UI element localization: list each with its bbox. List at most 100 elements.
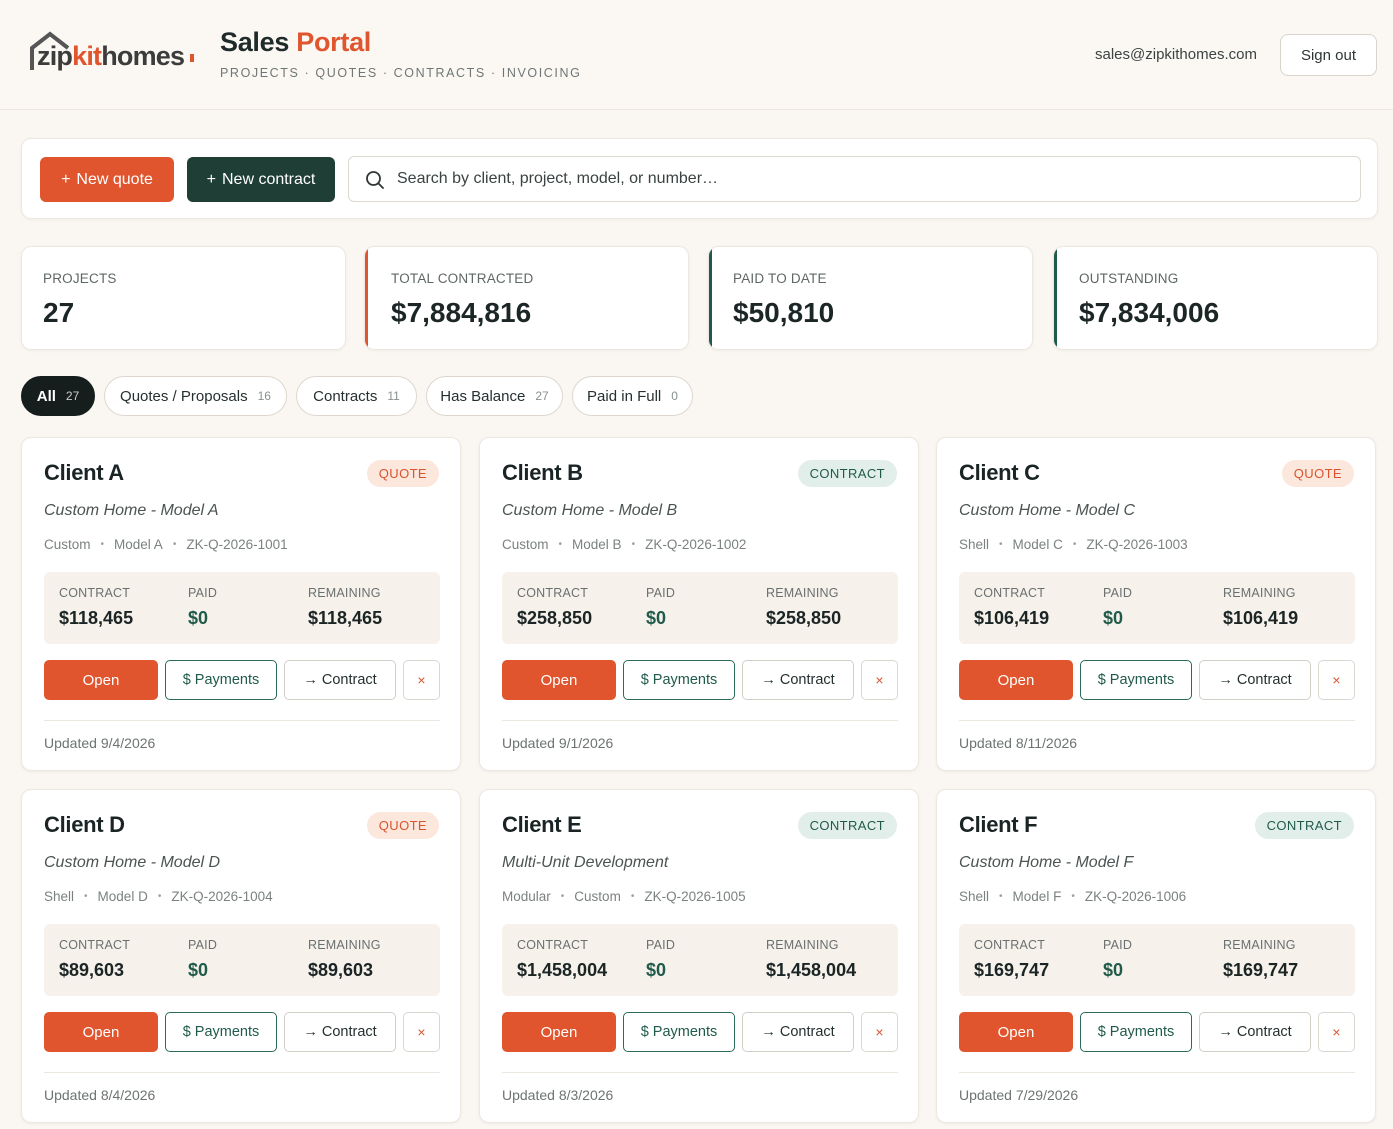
delete-button[interactable]: × bbox=[1318, 1012, 1355, 1052]
contract-amount-col: CONTRACT $169,747 bbox=[974, 938, 1049, 981]
plus-icon: + bbox=[61, 170, 71, 188]
open-button[interactable]: Open bbox=[959, 660, 1073, 700]
stat-projects: PROJECTS 27 bbox=[21, 246, 346, 350]
meta-separator: • bbox=[999, 891, 1003, 902]
payments-button[interactable]: $ Payments bbox=[165, 1012, 277, 1052]
project-name: Custom Home - Model F bbox=[959, 854, 1134, 871]
paid-value: $0 bbox=[188, 960, 209, 980]
delete-button[interactable]: × bbox=[861, 660, 898, 700]
updated-date: Updated 8/3/2026 bbox=[502, 1087, 614, 1103]
contract-amount-col: CONTRACT $1,458,004 bbox=[517, 938, 607, 981]
logo[interactable]: zipkithomes bbox=[30, 30, 200, 72]
title-accent: Portal bbox=[296, 27, 371, 57]
paid-label: PAID bbox=[1103, 938, 1133, 952]
delete-button[interactable]: × bbox=[403, 660, 440, 700]
delete-button[interactable]: × bbox=[1318, 660, 1355, 700]
new-contract-button[interactable]: + New contract bbox=[187, 157, 335, 202]
new-contract-label: New contract bbox=[221, 170, 316, 188]
convert-to-contract-button[interactable]: → Contract bbox=[284, 660, 396, 700]
stat-accent-bar bbox=[365, 247, 368, 349]
project-name: Custom Home - Model C bbox=[959, 502, 1136, 519]
contract-amount-col: CONTRACT $89,603 bbox=[59, 938, 130, 981]
open-button[interactable]: Open bbox=[502, 660, 616, 700]
project-meta: Shell • Model C • ZK-Q-2026-1003 bbox=[959, 537, 1188, 552]
logo-kit: kit bbox=[72, 41, 102, 71]
open-button[interactable]: Open bbox=[502, 1012, 616, 1052]
convert-to-contract-button[interactable]: → Contract bbox=[1199, 1012, 1311, 1052]
meta-separator: • bbox=[1072, 539, 1077, 550]
convert-to-contract-button[interactable]: → Contract bbox=[1199, 660, 1311, 700]
sign-out-button[interactable]: Sign out bbox=[1280, 34, 1377, 76]
meta-number: ZK-Q-2026-1006 bbox=[1084, 889, 1187, 904]
stat-label: PAID TO DATE bbox=[733, 271, 827, 286]
financial-summary: CONTRACT $89,603 PAID $0 REMAINING $89,6… bbox=[44, 924, 440, 996]
meta-type: Shell bbox=[44, 889, 75, 904]
remaining-label: REMAINING bbox=[766, 938, 839, 952]
client-name: Client E bbox=[502, 812, 582, 837]
status-badge: CONTRACT bbox=[1254, 812, 1354, 839]
card-actions: Open $ Payments → Contract × bbox=[502, 1012, 898, 1052]
delete-button[interactable]: × bbox=[861, 1012, 898, 1052]
filter-count: 0 bbox=[671, 389, 678, 403]
meta-model: Custom bbox=[574, 889, 621, 904]
card-actions: Open $ Payments → Contract × bbox=[959, 1012, 1355, 1052]
app-header: zipkithomes Sales Portal PROJECTS · QUOT… bbox=[0, 0, 1393, 110]
stat-value: $7,884,816 bbox=[391, 297, 532, 328]
new-quote-button[interactable]: + New quote bbox=[40, 157, 174, 202]
contract-value: $118,465 bbox=[59, 608, 134, 628]
filter-all[interactable]: All 27 bbox=[21, 376, 95, 416]
divider bbox=[959, 1072, 1355, 1073]
divider bbox=[502, 1072, 898, 1073]
financial-summary: CONTRACT $118,465 PAID $0 REMAINING $118… bbox=[44, 572, 440, 644]
project-meta: Custom • Model B • ZK-Q-2026-1002 bbox=[502, 537, 746, 552]
financial-summary: CONTRACT $106,419 PAID $0 REMAINING $106… bbox=[959, 572, 1355, 644]
delete-button[interactable]: × bbox=[403, 1012, 440, 1052]
filter-label: All bbox=[36, 387, 56, 405]
status-badge: QUOTE bbox=[1281, 460, 1354, 487]
meta-separator: • bbox=[631, 539, 636, 550]
stat-outstanding: OUTSTANDING $7,834,006 bbox=[1053, 246, 1378, 350]
divider bbox=[44, 720, 440, 721]
meta-separator: • bbox=[100, 539, 105, 550]
meta-type: Modular bbox=[502, 889, 551, 904]
paid-label: PAID bbox=[1103, 586, 1133, 600]
remaining-label: REMAINING bbox=[766, 586, 839, 600]
financial-summary: CONTRACT $169,747 PAID $0 REMAINING $169… bbox=[959, 924, 1355, 996]
contract-label: CONTRACT bbox=[974, 938, 1046, 952]
paid-amount-col: PAID $0 bbox=[188, 586, 217, 629]
meta-model: Model F bbox=[1012, 889, 1062, 904]
search-input[interactable] bbox=[397, 157, 1337, 201]
updated-date: Updated 9/4/2026 bbox=[44, 735, 156, 751]
payments-button[interactable]: $ Payments bbox=[623, 660, 735, 700]
meta-type: Custom bbox=[502, 537, 549, 552]
remaining-amount-col: REMAINING $258,850 bbox=[766, 586, 841, 629]
financial-summary: CONTRACT $1,458,004 PAID $0 REMAINING $1… bbox=[502, 924, 898, 996]
filter-quotes-proposals[interactable]: Quotes / Proposals 16 bbox=[104, 376, 287, 416]
payments-button[interactable]: $ Payments bbox=[1080, 660, 1192, 700]
project-card: Client C QUOTE Custom Home - Model C She… bbox=[936, 437, 1376, 771]
payments-button[interactable]: $ Payments bbox=[165, 660, 277, 700]
project-card: Client E CONTRACT Multi-Unit Development… bbox=[479, 789, 919, 1123]
meta-separator: • bbox=[1071, 891, 1075, 902]
open-button[interactable]: Open bbox=[44, 660, 158, 700]
card-actions: Open $ Payments → Contract × bbox=[44, 660, 440, 700]
convert-to-contract-button[interactable]: → Contract bbox=[742, 660, 854, 700]
filter-has-balance[interactable]: Has Balance 27 bbox=[426, 376, 563, 416]
filter-paid-in-full[interactable]: Paid in Full 0 bbox=[572, 376, 693, 416]
convert-to-contract-button[interactable]: → Contract bbox=[284, 1012, 396, 1052]
open-button[interactable]: Open bbox=[44, 1012, 158, 1052]
meta-model: Model A bbox=[114, 537, 163, 552]
status-badge: QUOTE bbox=[366, 812, 439, 839]
convert-to-contract-button[interactable]: → Contract bbox=[742, 1012, 854, 1052]
meta-type: Shell bbox=[959, 537, 990, 552]
open-button[interactable]: Open bbox=[959, 1012, 1073, 1052]
filter-contracts[interactable]: Contracts 11 bbox=[296, 376, 417, 416]
project-meta: Shell • Model D • ZK-Q-2026-1004 bbox=[44, 889, 273, 904]
project-meta: Shell • Model F • ZK-Q-2026-1006 bbox=[959, 889, 1186, 904]
project-name: Custom Home - Model A bbox=[44, 502, 219, 519]
payments-button[interactable]: $ Payments bbox=[623, 1012, 735, 1052]
project-meta: Custom • Model A • ZK-Q-2026-1001 bbox=[44, 537, 288, 552]
payments-button[interactable]: $ Payments bbox=[1080, 1012, 1192, 1052]
updated-date: Updated 8/4/2026 bbox=[44, 1087, 156, 1103]
card-actions: Open $ Payments → Contract × bbox=[44, 1012, 440, 1052]
